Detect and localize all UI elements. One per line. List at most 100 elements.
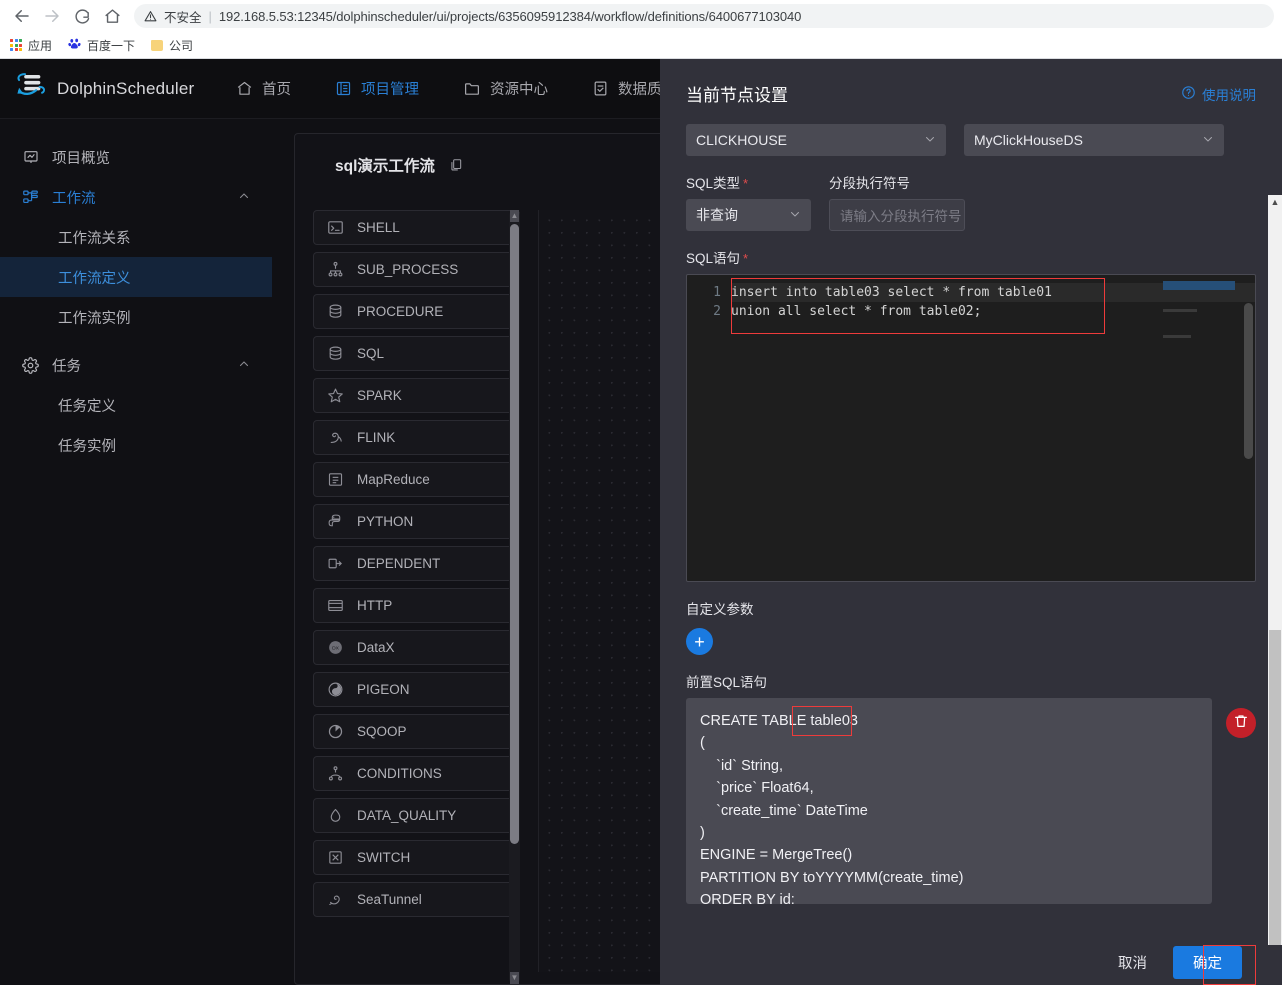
datasource-name-field: MyClickHouseDS [964, 124, 1224, 156]
task-type-datax[interactable]: DX DataX [313, 630, 520, 665]
task-type-label: CONDITIONS [357, 766, 442, 781]
task-type-list[interactable]: SHELL SUB_PROCESS PROCEDURE SQL [313, 210, 520, 984]
folder-icon [463, 80, 481, 97]
sidebar-label-task: 任务 [52, 355, 81, 376]
task-list-scroll-thumb[interactable] [510, 224, 519, 844]
sidebar-item-task[interactable]: 任务 [0, 345, 272, 385]
brand[interactable]: DolphinScheduler [14, 71, 214, 106]
sidebar-label-workflow-definition: 工作流定义 [58, 267, 131, 288]
gear-icon [22, 357, 39, 374]
presql-line: CREATE TABLE table03 [700, 710, 1198, 732]
chevron-down-icon [1202, 133, 1214, 148]
flink-icon [326, 428, 345, 447]
topnav-item-resources[interactable]: 资源中心 [441, 78, 570, 99]
presql-line: `id` String, [700, 755, 1198, 777]
modal-body: CLICKHOUSE MyClickHouseDS [660, 116, 1282, 945]
scroll-up-arrow-icon[interactable]: ▲ [1268, 195, 1282, 209]
folder-icon [151, 40, 163, 51]
task-type-python[interactable]: PYTHON [313, 504, 520, 539]
conditions-icon [326, 764, 345, 783]
task-type-procedure[interactable]: PROCEDURE [313, 294, 520, 329]
sqoop-icon [326, 722, 345, 741]
segment-field: 分段执行符号 请输入分段执行符号 [829, 156, 965, 231]
scroll-up-arrow-icon[interactable]: ▲ [510, 210, 519, 222]
task-type-flink[interactable]: FLINK [313, 420, 520, 455]
chevron-up-icon[interactable] [238, 190, 250, 205]
presql-row: CREATE TABLE table03 ( `id` String, `pri… [686, 698, 1256, 904]
task-type-mapreduce[interactable]: MapReduce [313, 462, 520, 497]
sidebar-label-workflow-relation: 工作流关系 [58, 227, 131, 248]
custom-params-label-wrap: 自定义参数 [686, 598, 1256, 618]
task-type-dependent[interactable]: DEPENDENT [313, 546, 520, 581]
task-type-sub-process[interactable]: SUB_PROCESS [313, 252, 520, 287]
task-type-data-quality[interactable]: DATA_QUALITY [313, 798, 520, 833]
datasource-name-select[interactable]: MyClickHouseDS [964, 124, 1224, 156]
sidebar-item-task-definition[interactable]: 任务定义 [0, 385, 272, 425]
task-type-switch[interactable]: SWITCH [313, 840, 520, 875]
sidebar-label-overview: 项目概览 [52, 147, 110, 168]
home-icon[interactable] [98, 2, 126, 30]
confirm-button[interactable]: 确定 [1173, 946, 1242, 979]
task-type-pigeon[interactable]: PIGEON [313, 672, 520, 707]
editor-minimap[interactable] [1163, 275, 1241, 581]
presql-textarea[interactable]: CREATE TABLE table03 ( `id` String, `pri… [686, 698, 1212, 904]
segment-input[interactable]: 请输入分段执行符号 [829, 199, 965, 231]
task-type-label: SQOOP [357, 724, 407, 739]
baidu-icon [68, 37, 81, 53]
task-type-seatunnel[interactable]: SeaTunnel [313, 882, 520, 917]
sidebar-item-overview[interactable]: 项目概览 [0, 137, 272, 177]
bookmark-baidu-label: 百度一下 [87, 37, 135, 54]
modal-scroll-thumb[interactable] [1269, 630, 1281, 985]
presql-line: `price` Float64, [700, 777, 1198, 799]
cancel-button[interactable]: 取消 [1110, 946, 1155, 979]
delete-presql-button[interactable] [1226, 708, 1256, 738]
task-type-conditions[interactable]: CONDITIONS [313, 756, 520, 791]
topnav-item-home[interactable]: 首页 [214, 78, 313, 99]
task-type-sqoop[interactable]: SQOOP [313, 714, 520, 749]
modal-scrollbar[interactable]: ▲ ▼ [1268, 195, 1282, 985]
sql-type-field: SQL类型 * 非查询 [686, 156, 811, 231]
task-type-sql[interactable]: SQL [313, 336, 520, 371]
copy-icon[interactable] [449, 158, 463, 172]
task-type-spark[interactable]: SPARK [313, 378, 520, 413]
bookmark-apps[interactable]: 应用 [10, 37, 52, 54]
task-type-label: SUB_PROCESS [357, 262, 458, 277]
minimap-selection [1163, 281, 1235, 290]
reload-icon[interactable] [68, 2, 96, 30]
bookmark-baidu[interactable]: 百度一下 [68, 37, 135, 54]
sidebar-item-workflow[interactable]: 工作流 [0, 177, 272, 217]
sidebar-item-task-instance[interactable]: 任务实例 [0, 425, 272, 465]
task-type-label: SPARK [357, 388, 402, 403]
help-label: 使用说明 [1202, 84, 1256, 104]
sidebar-item-workflow-definition[interactable]: 工作流定义 [0, 257, 272, 297]
dolphinscheduler-logo-icon [14, 71, 48, 106]
add-custom-param-button[interactable]: + [686, 628, 713, 655]
task-list-scrollbar[interactable]: ▲ ▼ [509, 210, 520, 984]
sql-editor[interactable]: 1 2 insert into table03 select * from ta… [686, 274, 1256, 582]
sidebar-label-workflow: 工作流 [52, 187, 96, 208]
chevron-up-icon[interactable] [238, 358, 250, 373]
apps-grid-icon [10, 39, 22, 51]
sql-type-select[interactable]: 非查询 [686, 199, 811, 231]
task-type-shell[interactable]: SHELL [313, 210, 520, 245]
dolphinscheduler-app: DolphinScheduler 首页 项目管理 资源中心 [0, 59, 1282, 985]
address-bar[interactable]: 不安全 | 192.168.5.53:12345/dolphinschedule… [134, 4, 1274, 28]
plus-icon: + [694, 633, 705, 651]
bookmark-company[interactable]: 公司 [151, 37, 193, 54]
sidebar-item-workflow-instance[interactable]: 工作流实例 [0, 297, 272, 337]
sql-type-value: 非查询 [696, 205, 738, 225]
mapreduce-icon [326, 470, 345, 489]
forward-arrow-icon[interactable] [38, 2, 66, 30]
sidebar-item-workflow-relation[interactable]: 工作流关系 [0, 217, 272, 257]
trash-icon [1233, 713, 1249, 734]
back-arrow-icon[interactable] [8, 2, 36, 30]
scroll-down-arrow-icon[interactable]: ▼ [510, 972, 519, 984]
data-quality-icon [326, 806, 345, 825]
task-type-http[interactable]: HTTP [313, 588, 520, 623]
help-link[interactable]: 使用说明 [1181, 84, 1256, 104]
datasource-type-select[interactable]: CLICKHOUSE [686, 124, 946, 156]
topnav-item-projects[interactable]: 项目管理 [313, 78, 441, 99]
editor-scrollbar[interactable] [1244, 303, 1253, 459]
spark-icon [326, 386, 345, 405]
sidebar: 项目概览 工作流 工作流关系 工作流定义 工作流实例 [0, 119, 272, 985]
